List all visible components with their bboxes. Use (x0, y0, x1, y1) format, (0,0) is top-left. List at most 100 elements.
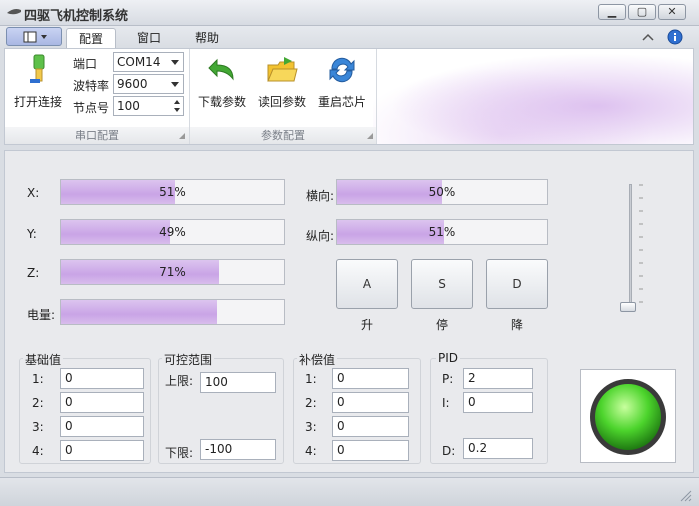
lateral-progress: 50% (336, 179, 548, 205)
lateral-progress-text: 50% (428, 185, 456, 199)
collapse-ribbon-icon[interactable] (641, 32, 655, 42)
node-label: 节点号 (73, 101, 110, 115)
key-s-button[interactable]: S (411, 259, 473, 309)
power-progress-text (61, 300, 284, 324)
status-light-icon (590, 379, 666, 455)
pid-d-label: D: (442, 444, 456, 458)
power-label: 电量: (27, 308, 56, 322)
node-value: 100 (117, 99, 140, 113)
resize-grip-icon[interactable] (680, 490, 692, 502)
pid-p-input[interactable]: 2 (463, 368, 533, 389)
pid-p-label: P: (442, 372, 454, 386)
base-value-1-input[interactable]: 0 (60, 368, 144, 389)
comp-value-3-input[interactable]: 0 (332, 416, 409, 437)
plane-icon (7, 9, 21, 15)
range-title: 可控范围 (162, 351, 215, 368)
tab-window[interactable]: 窗口 (126, 28, 172, 48)
download-params-button[interactable]: 下载参数 (195, 53, 249, 113)
comp-row-4-label: 4: (305, 444, 317, 458)
info-icon[interactable] (667, 29, 683, 45)
status-bar (0, 477, 699, 506)
refresh-icon (329, 57, 355, 83)
minimize-button[interactable]: ▁ (598, 4, 626, 20)
ribbon-panel: 打开连接 端口 COM14 波特率 9600 节点号 100 串口配置 下载参数… (4, 48, 694, 145)
port-label: 端口 (73, 57, 98, 71)
baud-value: 9600 (117, 77, 148, 91)
serial-group-label: 串口配置 (5, 127, 189, 144)
lateral-label: 横向: (306, 189, 335, 203)
dialog-launcher-icon[interactable] (179, 133, 185, 139)
key-a-button[interactable]: A (336, 259, 398, 309)
lower-limit-label: 下限: (165, 446, 194, 460)
slider-track (629, 184, 632, 312)
menu-icon (23, 31, 47, 43)
tab-help[interactable]: 帮助 (184, 28, 230, 48)
stepper-down-icon[interactable] (174, 108, 180, 112)
port-value: COM14 (117, 55, 161, 69)
longitudinal-label: 纵向: (306, 229, 335, 243)
port-select[interactable]: COM14 (113, 52, 184, 72)
read-params-button[interactable]: 读回参数 (255, 53, 309, 113)
upper-limit-input[interactable]: 100 (200, 372, 276, 393)
read-params-label: 读回参数 (257, 95, 306, 109)
base-row-2-label: 2: (32, 396, 44, 410)
window-title: 四驱飞机控制系统 (24, 9, 129, 24)
tab-config[interactable]: 配置 (66, 28, 116, 48)
z-label: Z: (27, 266, 40, 280)
x-label: X: (27, 186, 40, 200)
open-connection-button[interactable]: 打开连接 (9, 53, 67, 113)
lower-limit-input[interactable]: -100 (200, 439, 276, 460)
comp-row-1-label: 1: (305, 372, 317, 386)
title-bar: 四驱飞机控制系统 ▁ ▢ ✕ (0, 0, 699, 26)
stepper-up-icon[interactable] (174, 100, 180, 104)
group-divider (376, 49, 377, 144)
ribbon-decoration (373, 49, 693, 144)
base-row-1-label: 1: (32, 372, 44, 386)
maximize-button[interactable]: ▢ (628, 4, 656, 20)
pid-i-input[interactable]: 0 (463, 392, 533, 413)
restart-chip-button[interactable]: 重启芯片 (315, 53, 369, 113)
compensation-title: 补偿值 (297, 351, 338, 368)
pid-title: PID (436, 351, 461, 365)
node-stepper[interactable]: 100 (113, 96, 184, 116)
base-value-4-input[interactable]: 0 (60, 440, 144, 461)
x-progress: 51% (60, 179, 285, 205)
key-d-caption: 降 (510, 318, 523, 332)
slider-thumb[interactable] (620, 302, 636, 312)
x-progress-text: 51% (159, 185, 186, 199)
key-a-caption: 升 (360, 318, 373, 332)
open-connection-label: 打开连接 (13, 95, 62, 109)
base-row-4-label: 4: (32, 444, 44, 458)
download-params-label: 下载参数 (197, 95, 246, 109)
baud-label: 波特率 (73, 79, 110, 93)
params-group-label: 参数配置 (190, 127, 376, 144)
baud-select[interactable]: 9600 (113, 74, 184, 94)
close-button[interactable]: ✕ (658, 4, 686, 20)
folder-open-icon (267, 57, 298, 82)
longitudinal-progress-text: 51% (428, 225, 456, 239)
usb-plug-icon (30, 54, 45, 83)
base-values-title: 基础值 (23, 351, 64, 368)
upper-limit-label: 上限: (165, 374, 194, 388)
base-value-3-input[interactable]: 0 (60, 416, 144, 437)
throttle-slider[interactable] (612, 182, 646, 317)
y-progress-text: 49% (159, 225, 186, 239)
status-indicator-panel (580, 369, 676, 463)
z-progress: 71% (60, 259, 285, 285)
base-value-2-input[interactable]: 0 (60, 392, 144, 413)
comp-value-4-input[interactable]: 0 (332, 440, 409, 461)
app-menu-button[interactable] (6, 27, 62, 46)
key-d-button[interactable]: D (486, 259, 548, 309)
chevron-down-icon (171, 82, 179, 87)
dialog-launcher-icon[interactable] (367, 133, 373, 139)
comp-value-2-input[interactable]: 0 (332, 392, 409, 413)
pid-i-label: I: (442, 396, 450, 410)
base-row-3-label: 3: (32, 420, 44, 434)
key-s-caption: 停 (435, 318, 448, 332)
undo-arrow-icon (208, 58, 234, 81)
pid-d-input[interactable]: 0.2 (463, 438, 533, 459)
power-progress (60, 299, 285, 325)
comp-value-1-input[interactable]: 0 (332, 368, 409, 389)
restart-chip-label: 重启芯片 (317, 95, 366, 109)
y-label: Y: (27, 227, 37, 241)
